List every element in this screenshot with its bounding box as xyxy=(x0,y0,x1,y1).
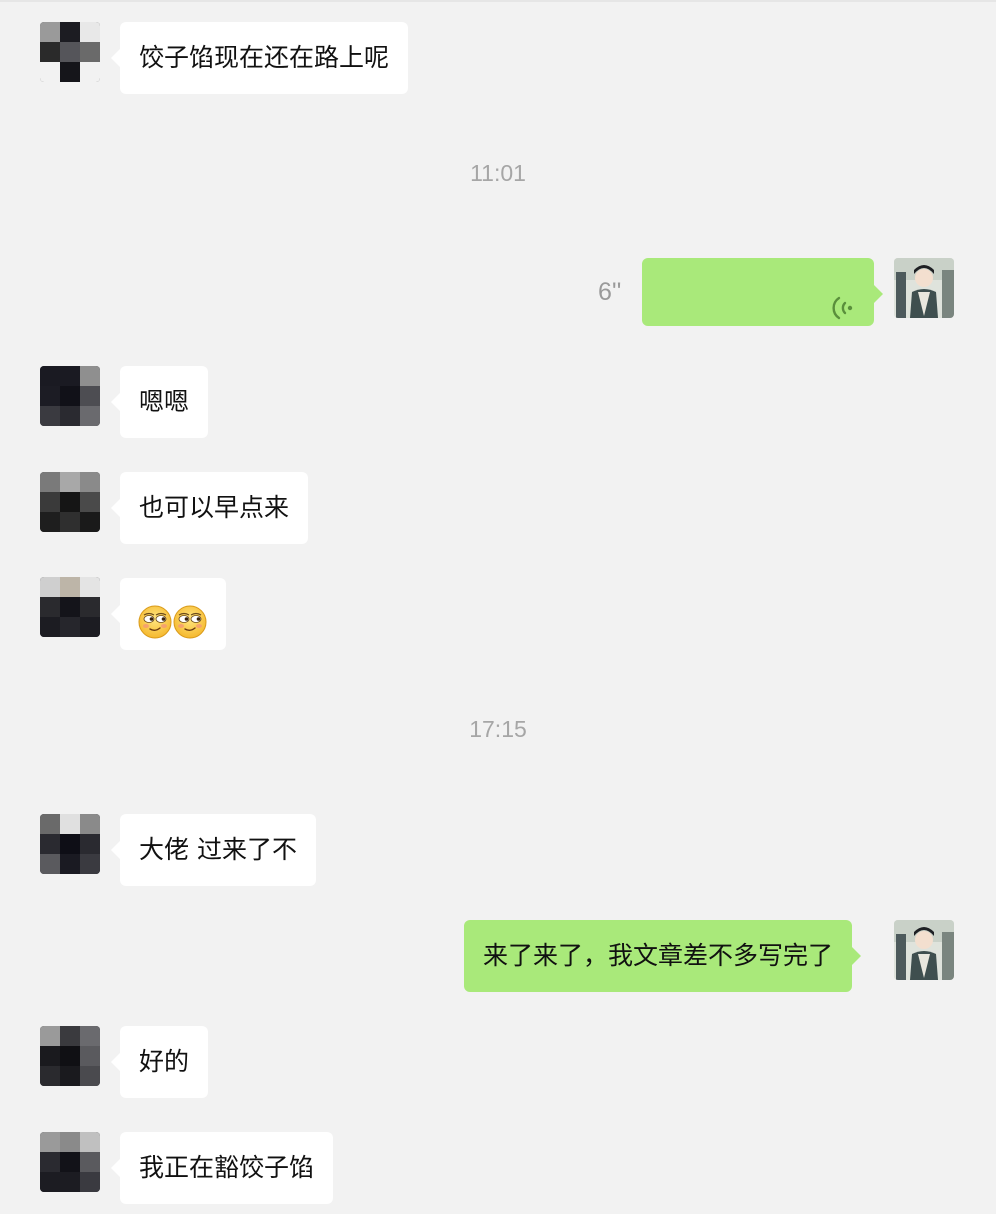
message-text: 来了来了，我文章差不多写完了 xyxy=(483,941,834,970)
timestamp: 17:15 xyxy=(469,716,527,742)
message-text: 我正在豁饺子馅 xyxy=(139,1153,315,1182)
smirk-emoji-icon xyxy=(173,595,207,639)
incoming-message-bubble[interactable]: 饺子馅现在还在路上呢 xyxy=(110,22,409,94)
my-avatar[interactable] xyxy=(894,920,954,980)
contact-avatar[interactable] xyxy=(40,472,100,532)
outgoing-message-bubble[interactable]: 来了来了，我文章差不多写完了 xyxy=(464,920,862,992)
message-text: 好的 xyxy=(139,1047,190,1076)
voice-message-bubble[interactable] xyxy=(642,258,883,326)
contact-avatar[interactable] xyxy=(40,366,100,426)
incoming-message-bubble[interactable]: 好的 xyxy=(110,1026,209,1098)
message-text: 嗯嗯 xyxy=(139,387,190,416)
incoming-message-bubble[interactable]: 嗯嗯 xyxy=(110,366,209,438)
voice-duration: 6'' xyxy=(598,278,622,306)
contact-avatar[interactable] xyxy=(40,1026,100,1086)
timestamp: 11:01 xyxy=(470,160,526,186)
contact-avatar[interactable] xyxy=(40,814,100,874)
top-divider xyxy=(0,0,996,2)
message-text: 大佬 过来了不 xyxy=(139,835,297,864)
incoming-message-bubble[interactable]: 也可以早点来 xyxy=(110,472,309,544)
incoming-message-bubble[interactable]: 大佬 过来了不 xyxy=(111,814,316,886)
voice-wave-icon xyxy=(828,278,856,320)
contact-avatar[interactable] xyxy=(40,1132,100,1192)
contact-avatar[interactable] xyxy=(40,577,100,637)
my-avatar[interactable] xyxy=(894,258,954,318)
message-text: 饺子馅现在还在路上呢 xyxy=(139,43,390,72)
smirk-emoji-icon xyxy=(138,595,172,639)
contact-avatar[interactable] xyxy=(40,22,100,82)
incoming-emoji-bubble[interactable] xyxy=(111,578,226,650)
message-text: 也可以早点来 xyxy=(139,493,290,522)
incoming-message-bubble[interactable]: 我正在豁饺子馅 xyxy=(110,1132,334,1204)
